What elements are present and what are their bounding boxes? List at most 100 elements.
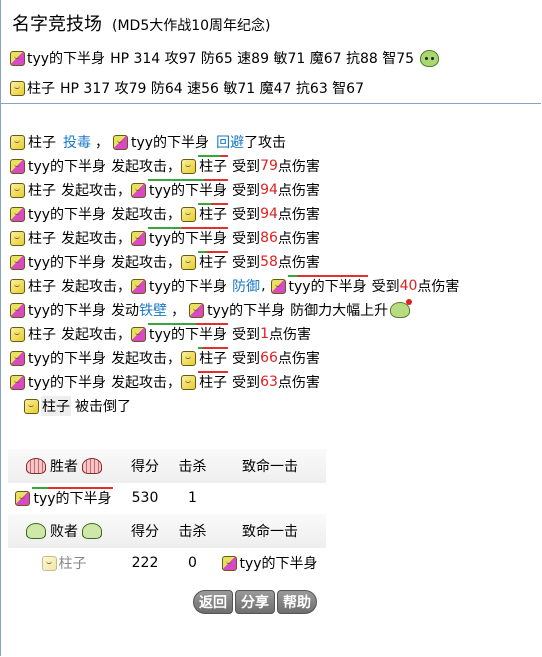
winner-name: tyy的下半身 <box>32 487 113 508</box>
winner-icon <box>26 458 46 474</box>
player-avatar-icon <box>24 398 39 414</box>
player-avatar-icon <box>41 555 57 571</box>
fatal-value: tyy的下半身 <box>239 556 318 572</box>
player-info-1: tyy的下半身 HP 314 攻97 防65 速89 敏71 魔67 抗88 智… <box>10 47 440 69</box>
log-line: 柱子 发起攻击， tyy的下半身 防御 , tyy的下半身 受到 40 点伤害 <box>10 274 535 298</box>
player-avatar-icon <box>10 80 25 96</box>
share-button[interactable]: 分享 <box>235 590 275 614</box>
attacker-name: 柱子 <box>28 327 56 343</box>
player-avatar-icon <box>10 302 25 318</box>
winner-label: 胜者 <box>50 459 78 475</box>
log-line: 柱子 被击倒了 <box>10 394 535 418</box>
target-name: tyy的下半身 <box>148 179 229 200</box>
player-avatar-icon <box>189 302 205 318</box>
log-text: 点伤害 <box>277 375 320 391</box>
title-row: 名字竞技场 (MD5大作战10周年纪念) <box>12 10 271 38</box>
attacker-name: tyy的下半身 <box>28 303 107 319</box>
damage-value: 58 <box>260 254 278 270</box>
player-avatar-icon <box>181 206 197 222</box>
log-text: 发起攻击， <box>111 207 182 223</box>
target-name: 柱子 <box>198 203 229 224</box>
player-avatar-icon <box>181 158 197 174</box>
target-name: 柱子 <box>198 371 229 392</box>
fatal-header: 致命一击 <box>242 459 298 475</box>
log-text: 受到 <box>232 255 261 271</box>
kills-value: 1 <box>188 490 197 506</box>
back-button[interactable]: 返回 <box>193 590 233 614</box>
log-text: 点伤害 <box>268 327 311 343</box>
skill-name: 投毒 <box>63 135 91 151</box>
player-avatar-icon <box>10 254 25 270</box>
target-name: 柱子 <box>198 347 229 368</box>
skill-name: 防御 <box>232 279 261 295</box>
player-name: tyy的下半身 <box>27 51 106 67</box>
kills-header: 击杀 <box>178 459 207 475</box>
page-title: 名字竞技场 <box>12 14 102 35</box>
log-line: tyy的下半身 发动 铁壁 ， tyy的下半身 防御力大幅上升 <box>10 298 535 322</box>
score-value: 530 <box>131 490 159 506</box>
table-row: tyy的下半身 530 1 <box>8 483 326 513</box>
separator: , <box>261 278 266 294</box>
log-text: 点伤害 <box>277 231 320 247</box>
log-text: 点伤害 <box>417 279 460 295</box>
log-line: tyy的下半身 发起攻击， 柱子 受到 79 点伤害 <box>10 154 535 178</box>
player-avatar-icon <box>181 350 197 366</box>
attacker-name: 柱子 <box>28 135 56 151</box>
player-avatar-icon <box>10 326 25 342</box>
log-line: 柱子 发起攻击， tyy的下半身 受到 1 点伤害 <box>10 322 535 346</box>
loser-name: 柱子 <box>58 556 87 572</box>
player-avatar-icon <box>131 230 146 246</box>
log-text: 发起攻击， <box>111 351 182 367</box>
attacker-name: 柱子 <box>28 183 56 199</box>
table-header: 败者 得分 击杀 致命一击 <box>8 514 326 548</box>
player-avatar-icon <box>181 374 197 390</box>
log-text: 点伤害 <box>277 351 320 367</box>
target-name: tyy的下半身 <box>207 303 286 319</box>
damage-value: 63 <box>260 374 278 390</box>
log-text: 受到 <box>232 231 261 247</box>
log-line: tyy的下半身 发起攻击， 柱子 受到 63 点伤害 <box>10 370 535 394</box>
page-subtitle: (MD5大作战10周年纪念) <box>112 18 271 34</box>
target-name: tyy的下半身 <box>148 323 229 344</box>
log-text: 受到 <box>232 351 261 367</box>
log-line: 柱子 发起攻击， tyy的下半身 受到 86 点伤害 <box>10 226 535 250</box>
player-avatar-icon <box>222 555 238 571</box>
separator: ， <box>171 303 186 319</box>
log-text: 发起攻击， <box>111 375 182 391</box>
log-text: 受到 <box>232 159 261 175</box>
log-text: 发起攻击， <box>61 327 131 343</box>
table-row: 柱子 222 0 tyy的下半身 <box>8 548 326 578</box>
loser-icon <box>82 523 102 539</box>
skill-name: 回避 <box>216 135 245 151</box>
kills-value: 0 <box>188 555 197 571</box>
help-button[interactable]: 帮助 <box>277 590 317 614</box>
target-name: 柱子 <box>198 155 229 176</box>
attacker-name: 柱子 <box>28 279 56 295</box>
player-avatar-icon <box>131 278 146 294</box>
skill-name: 铁壁 <box>139 303 168 319</box>
log-text: 点伤害 <box>277 159 320 175</box>
log-text: 点伤害 <box>277 255 320 271</box>
damage-value: 79 <box>260 158 278 174</box>
target-name: tyy的下半身 <box>287 275 368 296</box>
player-avatar-icon <box>10 350 25 366</box>
target-name: tyy的下半身 <box>131 135 210 151</box>
fatal-header: 致命一击 <box>242 524 298 540</box>
battle-log: 柱子 投毒 ， tyy的下半身 回避 了攻击 tyy的下半身 发起攻击， 柱子 … <box>10 130 535 418</box>
player-avatar-icon <box>10 134 25 150</box>
log-line: tyy的下半身 发起攻击， 柱子 受到 94 点伤害 <box>10 202 535 226</box>
log-text: 了攻击 <box>244 135 287 151</box>
player-name: 柱子 <box>27 81 55 97</box>
damage-value: 94 <box>260 206 278 222</box>
attacker-name: tyy的下半身 <box>28 255 107 271</box>
log-text: 受到 <box>232 375 261 391</box>
damage-value: 86 <box>260 230 278 246</box>
winners-table: 胜者 得分 击杀 致命一击 tyy的下半身 530 1 <box>8 449 326 513</box>
player-avatar-icon <box>131 182 146 198</box>
player-avatar-icon <box>10 50 25 66</box>
divider <box>1 103 541 104</box>
player-avatar-icon <box>10 182 25 198</box>
score-header: 得分 <box>131 524 159 540</box>
player-avatar-icon <box>10 374 25 390</box>
player-avatar-icon <box>10 206 25 222</box>
